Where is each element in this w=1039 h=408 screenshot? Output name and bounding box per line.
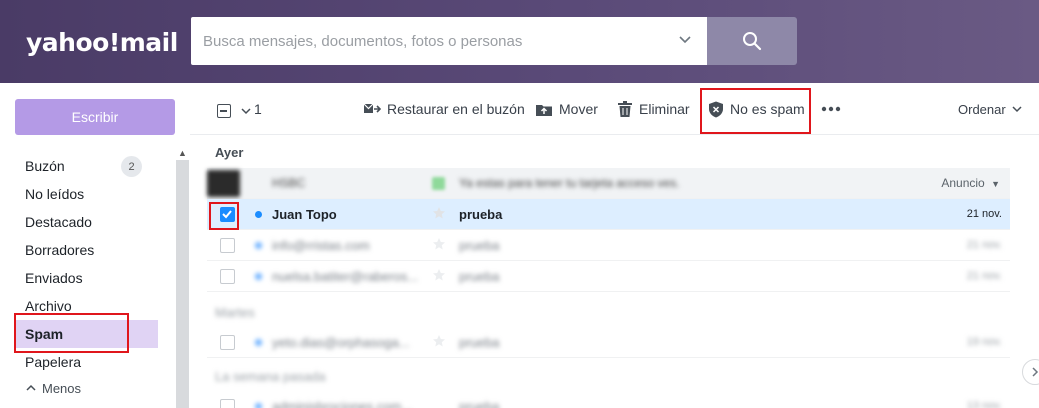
row-checkbox[interactable]: [220, 399, 235, 408]
more-actions-button[interactable]: [821, 83, 847, 135]
sidebar-item-label: Destacado: [25, 214, 92, 230]
sort-button[interactable]: Ordenar: [958, 83, 1023, 135]
message-subject: prueba: [459, 335, 500, 350]
chevron-down-icon[interactable]: [240, 106, 252, 116]
star-icon[interactable]: [432, 334, 446, 348]
row-checkbox[interactable]: [220, 335, 235, 350]
selected-count: 1: [254, 101, 262, 117]
restore-inbox-icon: [363, 103, 381, 113]
sidebar-item-label: Archivo: [25, 298, 72, 314]
show-less-toggle[interactable]: Menos: [15, 374, 158, 402]
restore-to-inbox-button[interactable]: Restaurar en el buzón: [363, 83, 525, 135]
select-all-checkbox[interactable]: [217, 104, 231, 118]
sidebar-item-label: No leídos: [25, 186, 85, 202]
message-sender: Juan Topo: [272, 207, 337, 222]
star-icon[interactable]: [432, 237, 446, 251]
date-group-header: Ayer: [215, 145, 244, 160]
unread-dot-icon: [255, 273, 262, 280]
search-icon: [743, 32, 762, 51]
sort-label: Ordenar: [958, 101, 1006, 117]
chevron-down-icon[interactable]: [677, 31, 693, 47]
highlight-box: [700, 88, 811, 134]
message-sender: yeto.dias@orphasoga...: [272, 335, 410, 350]
table-row[interactable]: nuelsa.batiter@raberos... prueba 21 nov.: [207, 261, 1010, 292]
move-folder-icon: [536, 105, 552, 116]
yahoo-mail-logo[interactable]: yahoo!mail: [26, 28, 178, 57]
ad-label[interactable]: Anuncio ▼: [941, 168, 1000, 199]
unread-count-badge: 2: [121, 156, 142, 177]
ad-subject: Ya estas para tener tu tarjeta acceso ve…: [459, 176, 680, 190]
unread-dot-icon: [255, 242, 262, 249]
table-row[interactable]: Juan Topo prueba 21 nov.: [207, 199, 1010, 230]
sidebar-item-starred[interactable]: Destacado: [15, 208, 158, 236]
sidebar-item-inbox[interactable]: Buzón 2: [15, 152, 158, 180]
ad-sender: HSBC: [272, 176, 306, 190]
row-checkbox[interactable]: [220, 269, 235, 284]
message-sender: nuelsa.batiter@raberos...: [272, 269, 419, 284]
table-row[interactable]: info@rristas.com prueba 21 nov.: [207, 230, 1010, 261]
app-header: yahoo!mail: [0, 0, 1039, 83]
message-sender: info@rristas.com: [272, 238, 370, 253]
star-icon[interactable]: [432, 268, 446, 282]
highlight-box: [209, 202, 239, 230]
delete-label: Eliminar: [639, 101, 690, 117]
sidebar-item-label: Papelera: [25, 354, 82, 370]
message-date: 19 nov.: [966, 336, 1002, 348]
message-toolbar: 1 Restaurar en el buzón Mover Eliminar N…: [190, 83, 1039, 135]
message-date: 21 nov.: [966, 208, 1002, 220]
message-subject: prueba: [459, 238, 500, 253]
chevron-right-icon: [1032, 367, 1039, 377]
sidebar-item-drafts[interactable]: Borradores: [15, 236, 158, 264]
sidebar-item-label: Buzón: [25, 158, 65, 174]
ad-icon: [432, 177, 445, 190]
more-dots-icon: [821, 106, 841, 112]
message-list: Ayer HSBC Ya estas para tener tu tarjeta…: [190, 135, 1039, 408]
date-group-header: Martes: [215, 305, 255, 320]
row-checkbox[interactable]: [220, 238, 235, 253]
unread-dot-icon: [255, 339, 262, 346]
chevron-up-icon: [26, 384, 36, 391]
sidebar: Escribir Buzón 2 No leídos Destacado Bor…: [0, 83, 190, 408]
restore-label: Restaurar en el buzón: [387, 101, 525, 117]
search-button[interactable]: [707, 17, 797, 65]
message-date: 21 nov.: [966, 239, 1002, 251]
unread-dot-icon: [255, 403, 262, 408]
chevron-down-icon: [1012, 106, 1022, 113]
show-less-label: Menos: [42, 380, 82, 396]
unread-dot-icon: [255, 211, 262, 218]
ad-label-text: Anuncio: [941, 176, 985, 190]
sidebar-item-unread[interactable]: No leídos: [15, 180, 158, 208]
message-sender: adminisbrociones.com...: [272, 399, 413, 408]
scroll-up-arrow-icon[interactable]: ▲: [176, 146, 189, 160]
compose-button[interactable]: Escribir: [15, 99, 175, 135]
message-subject: prueba: [459, 269, 500, 284]
date-group-header: La semana pasada: [215, 369, 326, 384]
message-subject: prueba: [459, 207, 503, 222]
chevron-down-icon: ▼: [991, 179, 1000, 189]
delete-button[interactable]: Eliminar: [617, 83, 690, 135]
search-box: [191, 17, 707, 65]
message-date: 13 nov.: [966, 400, 1002, 408]
ad-row[interactable]: HSBC Ya estas para tener tu tarjeta acce…: [207, 168, 1010, 199]
sidebar-item-sent[interactable]: Enviados: [15, 264, 158, 292]
move-label: Mover: [559, 101, 598, 117]
sidebar-scrollbar[interactable]: [176, 146, 189, 408]
message-date: 21 nov.: [966, 270, 1002, 282]
message-subject: prueba: [459, 399, 500, 408]
table-row[interactable]: adminisbrociones.com... prueba 13 nov.: [207, 391, 1010, 408]
move-button[interactable]: Mover: [535, 83, 598, 135]
trash-icon: [618, 100, 632, 117]
highlight-box: [14, 313, 129, 353]
search-input[interactable]: [203, 17, 663, 65]
table-row[interactable]: yeto.dias@orphasoga... prueba 19 nov.: [207, 327, 1010, 358]
sidebar-item-label: Enviados: [25, 270, 83, 286]
ad-thumbnail: [207, 170, 240, 197]
star-icon[interactable]: [432, 206, 446, 220]
sidebar-item-label: Borradores: [25, 242, 95, 258]
